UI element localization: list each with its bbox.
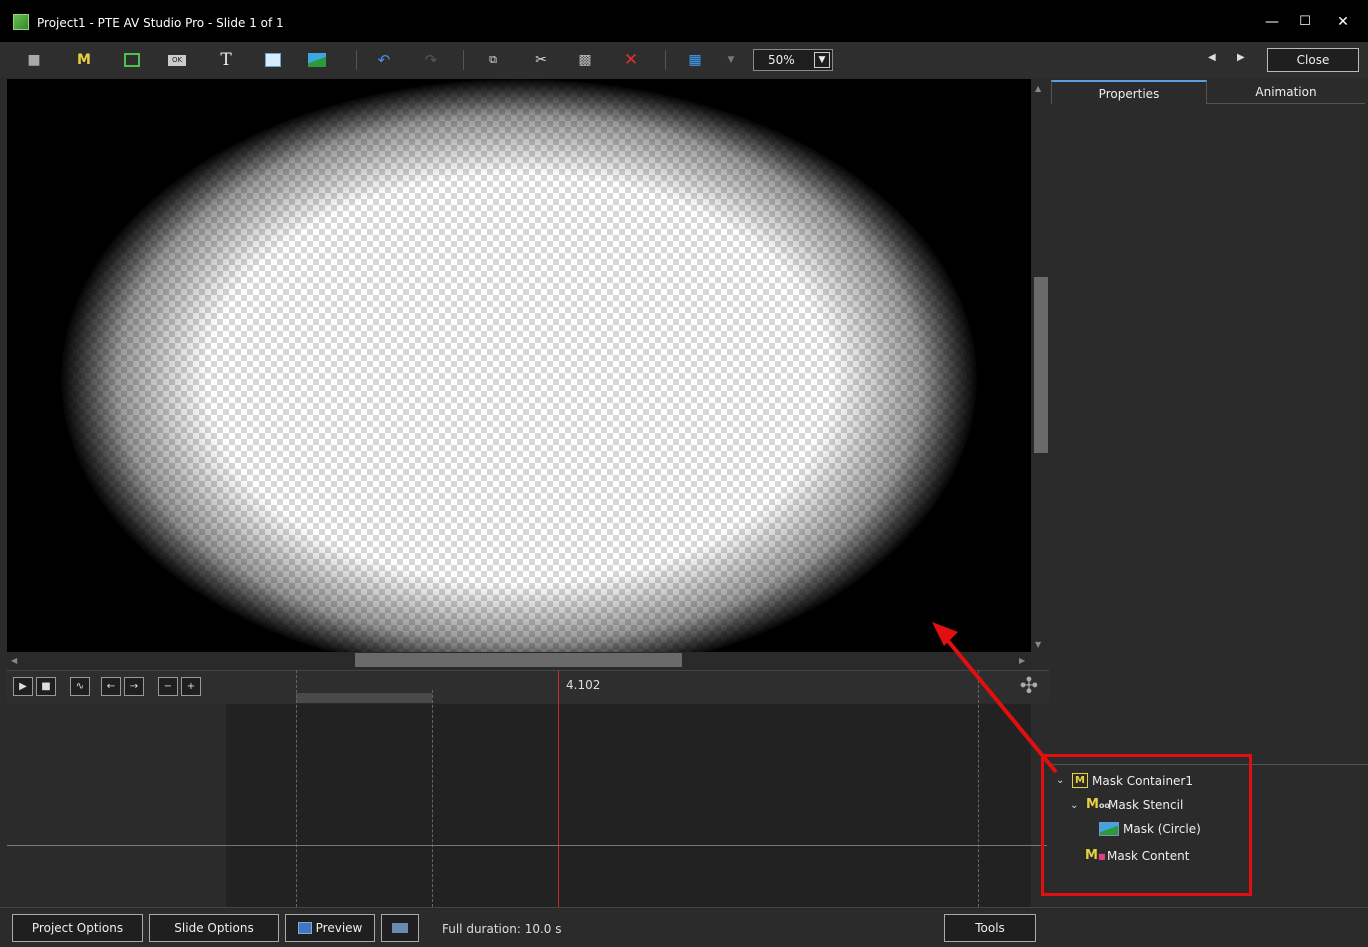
timeline-track-labels bbox=[7, 704, 226, 907]
waveform-icon[interactable]: ∿ bbox=[70, 677, 90, 696]
preview-label: Preview bbox=[315, 921, 363, 935]
move-icon[interactable]: ✣ bbox=[1015, 673, 1043, 701]
zoom-out-icon[interactable]: − bbox=[158, 677, 178, 696]
camera-icon[interactable]: ■ bbox=[23, 50, 45, 70]
cut-icon[interactable]: ✂ bbox=[530, 50, 552, 70]
rectangle-icon[interactable] bbox=[262, 50, 284, 70]
scroll-right-icon[interactable]: ▶ bbox=[1019, 656, 1025, 665]
zoom-value: 50% bbox=[768, 53, 795, 67]
slide-canvas[interactable] bbox=[7, 79, 1031, 652]
timeline-current-time: 4.102 bbox=[566, 678, 601, 692]
arrow-right-icon[interactable]: → bbox=[124, 677, 144, 696]
button-icon[interactable]: OK bbox=[166, 50, 188, 70]
mask-icon[interactable]: M bbox=[73, 50, 95, 70]
tab-animation[interactable]: Animation bbox=[1207, 80, 1365, 104]
zoom-in-icon[interactable]: + bbox=[181, 677, 201, 696]
scroll-left-icon[interactable]: ◀ bbox=[11, 656, 17, 665]
paste-icon[interactable]: ▩ bbox=[574, 50, 596, 70]
minimize-button[interactable]: — bbox=[1257, 10, 1287, 34]
timeline-marker bbox=[296, 670, 297, 907]
mask-ellipse[interactable] bbox=[61, 79, 977, 652]
next-slide-icon[interactable]: ▶ bbox=[1237, 52, 1245, 63]
tab-properties[interactable]: Properties bbox=[1051, 80, 1207, 104]
slide-options-button[interactable]: Slide Options bbox=[149, 914, 279, 942]
monitor-icon bbox=[392, 923, 408, 933]
image-icon[interactable] bbox=[306, 50, 328, 70]
fullscreen-preview-button[interactable] bbox=[381, 914, 419, 942]
window-close-button[interactable]: ✕ bbox=[1328, 10, 1358, 34]
stop-icon[interactable]: ■ bbox=[36, 677, 56, 696]
preview-button[interactable]: Preview bbox=[285, 914, 375, 942]
text-icon[interactable]: T bbox=[215, 50, 237, 70]
timeline-playhead[interactable] bbox=[558, 670, 559, 907]
close-button[interactable]: Close bbox=[1267, 48, 1359, 72]
grid-dropdown-icon[interactable]: ▼ bbox=[720, 50, 742, 70]
preview-icon bbox=[297, 922, 312, 934]
play-icon[interactable]: ▶ bbox=[13, 677, 33, 696]
title-bar: Project1 - PTE AV Studio Pro - Slide 1 o… bbox=[0, 0, 1368, 42]
horizontal-scroll-thumb[interactable] bbox=[355, 653, 682, 667]
delete-icon[interactable]: ✕ bbox=[620, 50, 642, 70]
duration-status: Full duration: 10.0 s bbox=[442, 922, 562, 936]
app-window: Project1 - PTE AV Studio Pro - Slide 1 o… bbox=[0, 0, 1368, 947]
project-options-button[interactable]: Project Options bbox=[12, 914, 143, 942]
timeline-marker bbox=[978, 670, 979, 907]
tools-button[interactable]: Tools bbox=[944, 914, 1036, 942]
vertical-scroll-thumb[interactable] bbox=[1034, 277, 1048, 453]
timeline-clip-bar[interactable] bbox=[296, 693, 432, 703]
zoom-select[interactable]: 50% ▼ bbox=[753, 49, 833, 71]
timeline-tracks[interactable] bbox=[226, 704, 1031, 907]
chevron-down-icon[interactable]: ▼ bbox=[814, 52, 830, 68]
window-title: Project1 - PTE AV Studio Pro - Slide 1 o… bbox=[37, 16, 284, 30]
timeline-row-divider bbox=[7, 845, 1047, 846]
maximize-button[interactable]: ☐ bbox=[1290, 10, 1320, 34]
toolbar: ■ M OK T ↶ ↷ ⧉ ✂ ▩ ✕ ▦ ▼ bbox=[0, 42, 1368, 78]
grid-icon[interactable]: ▦ bbox=[684, 50, 706, 70]
scroll-up-icon[interactable]: ▲ bbox=[1035, 84, 1041, 93]
redo-icon[interactable]: ↷ bbox=[420, 50, 442, 70]
scroll-down-icon[interactable]: ▼ bbox=[1035, 640, 1041, 649]
undo-icon[interactable]: ↶ bbox=[373, 50, 395, 70]
copy-icon[interactable]: ⧉ bbox=[482, 50, 504, 70]
prev-slide-icon[interactable]: ◀ bbox=[1208, 52, 1216, 63]
annotation-box bbox=[1041, 754, 1252, 896]
app-icon bbox=[13, 14, 29, 30]
arrow-left-icon[interactable]: ← bbox=[101, 677, 121, 696]
frame-icon[interactable] bbox=[121, 50, 143, 70]
timeline-marker bbox=[432, 690, 433, 907]
